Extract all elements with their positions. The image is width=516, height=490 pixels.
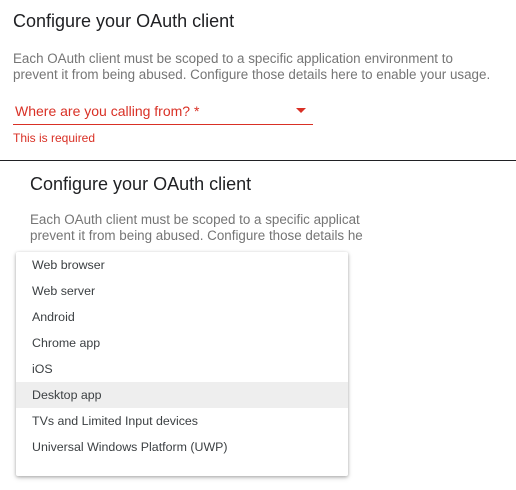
menu-item-tvs-limited-input[interactable]: TVs and Limited Input devices [16,408,348,434]
description-clipped: Each OAuth client must be scoped to a sp… [30,212,375,246]
page-title: Configure your OAuth client [30,174,252,194]
menu-item-web-browser[interactable]: Web browser [16,252,348,278]
menu-item-ios[interactable]: iOS [16,356,348,382]
calling-from-dropdown-menu: Web browser Web server Android Chrome ap… [16,252,348,476]
description-line-1: Each OAuth client must be scoped to a sp… [30,212,360,227]
description-line-1: Each OAuth client must be scoped to a sp… [13,51,453,66]
menu-item-desktop-app[interactable]: Desktop app [16,382,348,408]
page-title: Configure your OAuth client [13,11,235,31]
menu-item-uwp[interactable]: Universal Windows Platform (UWP) [16,434,348,460]
required-error-message: This is required [13,131,96,145]
oauth-config-form-dropdown-open: Configure your OAuth client Each OAuth c… [0,161,516,490]
description-line-2: prevent it from being abused. Configure … [13,67,491,82]
menu-item-chrome-app[interactable]: Chrome app [16,330,348,356]
menu-item-web-server[interactable]: Web server [16,278,348,304]
select-underline [13,124,313,125]
calling-from-select-label: Where are you calling from? * [15,103,200,119]
oauth-config-form-error-state: Configure your OAuth client Each OAuth c… [0,0,516,160]
description-line-2: prevent it from being abused. Configure … [30,228,363,243]
dropdown-arrow-icon[interactable] [296,108,306,113]
menu-item-android[interactable]: Android [16,304,348,330]
calling-from-select[interactable]: Where are you calling from? * [13,98,313,125]
